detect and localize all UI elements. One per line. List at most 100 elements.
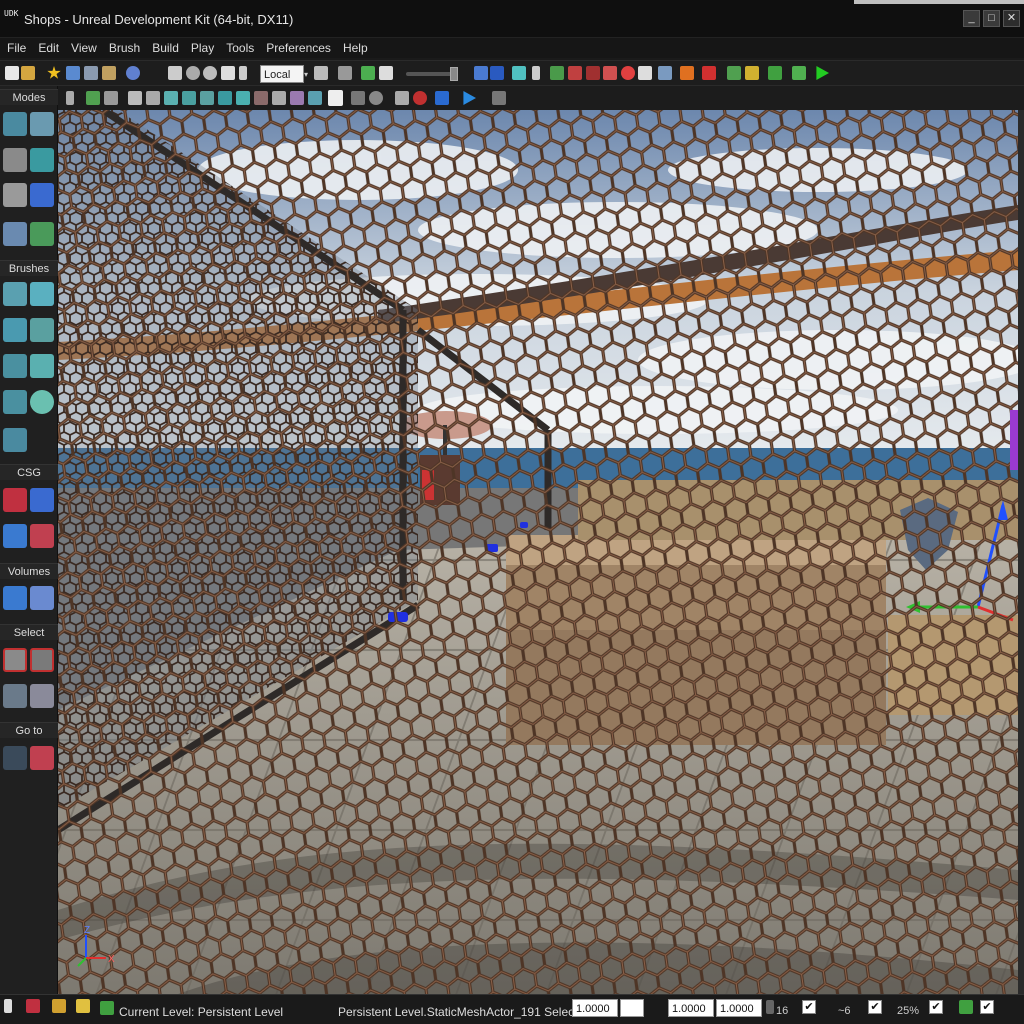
kismet-icon[interactable] — [361, 66, 375, 80]
scale-snap-checkbox[interactable]: ✔ — [929, 1000, 943, 1014]
static-mesh-icon[interactable] — [638, 66, 652, 80]
scale-snap-value[interactable]: 25% — [897, 1005, 919, 1017]
hide-selected-icon[interactable] — [30, 648, 54, 672]
wireframe-icon[interactable] — [146, 91, 160, 105]
build-lighting-icon[interactable] — [702, 66, 716, 80]
invert-selection-icon[interactable] — [3, 684, 27, 708]
matinee-icon[interactable] — [379, 66, 393, 80]
build-paths-icon[interactable] — [727, 66, 741, 80]
save-icon[interactable] — [66, 66, 80, 80]
scale-icon[interactable] — [221, 66, 235, 80]
realtime-icon[interactable] — [474, 66, 488, 80]
menu-help[interactable]: Help — [343, 41, 368, 55]
landscape-mode-icon[interactable] — [30, 183, 54, 207]
grid-size-value[interactable]: 16 — [776, 1005, 788, 1017]
cylinder-brush-icon[interactable] — [30, 318, 54, 342]
navigation-icon[interactable] — [550, 66, 564, 80]
menu-play[interactable]: Play — [191, 41, 214, 55]
spiral-stair-brush-icon[interactable] — [3, 390, 27, 414]
terrain-mode-icon[interactable] — [3, 148, 27, 172]
current-level-icon[interactable] — [100, 1001, 114, 1015]
translate-icon[interactable] — [186, 66, 200, 80]
build-all-icon[interactable] — [768, 66, 782, 80]
rotation-snap-checkbox[interactable]: ✔ — [868, 1000, 882, 1014]
close-button[interactable]: ✕ — [1003, 10, 1020, 27]
goto-actor-icon[interactable] — [3, 746, 27, 770]
perspective-viewport[interactable]: Z X — [58, 110, 1018, 994]
game-view-icon[interactable] — [490, 66, 504, 80]
shader-complexity-icon[interactable] — [272, 91, 286, 105]
record-icon[interactable] — [413, 91, 427, 105]
csg-subtract-icon[interactable] — [30, 488, 54, 512]
levels-icon[interactable] — [76, 999, 90, 1013]
unlit-icon[interactable] — [164, 91, 178, 105]
grid-snap-checkbox[interactable]: ✔ — [802, 1000, 816, 1014]
geometry-mode-icon[interactable] — [30, 112, 54, 136]
light-icon[interactable] — [568, 66, 582, 80]
menu-file[interactable]: File — [7, 41, 26, 55]
favorite-icon[interactable] — [47, 66, 61, 79]
kismet-play-icon[interactable] — [792, 66, 806, 80]
content-browser-icon[interactable] — [52, 999, 66, 1013]
package-icon[interactable] — [102, 66, 116, 80]
menu-brush[interactable]: Brush — [109, 41, 140, 55]
menu-preferences[interactable]: Preferences — [266, 41, 331, 55]
error-icon[interactable] — [26, 999, 40, 1013]
drag-grid-z-field[interactable]: 1.0000 — [668, 999, 714, 1017]
rotation-snap-value[interactable]: ~6 — [838, 1005, 851, 1017]
content-icon[interactable] — [512, 66, 526, 80]
maximize-viewport-icon[interactable] — [492, 91, 506, 105]
select-icon[interactable] — [168, 66, 182, 80]
drag-grid-y-field[interactable] — [620, 999, 644, 1017]
menu-tools[interactable]: Tools — [226, 41, 254, 55]
texture-density-icon[interactable] — [254, 91, 268, 105]
cone-brush-icon[interactable] — [30, 282, 54, 306]
sphere-brush-icon[interactable] — [30, 390, 54, 414]
autosave-icon[interactable] — [959, 1000, 973, 1014]
autosave-checkbox[interactable]: ✔ — [980, 1000, 994, 1014]
fullscreen-icon[interactable] — [435, 91, 449, 105]
drag-grid-x-field[interactable]: 1.0000 — [572, 999, 618, 1017]
new-icon[interactable] — [5, 66, 19, 80]
play-icon[interactable] — [816, 66, 829, 80]
collision-icon[interactable] — [603, 66, 617, 80]
lighting-only-icon[interactable] — [218, 91, 232, 105]
viewport-scrollbar[interactable] — [1018, 110, 1024, 994]
csg-add-icon[interactable] — [3, 488, 27, 512]
drag-grid-w-field[interactable]: 1.0000 — [716, 999, 762, 1017]
realtime-view-icon[interactable] — [351, 91, 365, 105]
add-volume-icon[interactable] — [3, 586, 27, 610]
sheet-brush-icon[interactable] — [30, 354, 54, 378]
visibility-icon[interactable] — [369, 91, 383, 105]
lightmap-density-icon[interactable] — [290, 91, 304, 105]
maximize-button[interactable]: □ — [983, 10, 1000, 27]
view-icon[interactable] — [658, 66, 672, 80]
linear-stair-brush-icon[interactable] — [3, 318, 27, 342]
nonuniform-scale-icon[interactable] — [239, 66, 247, 80]
lit-icon[interactable] — [182, 91, 196, 105]
camera-mode-icon[interactable] — [3, 112, 27, 136]
show-all-icon[interactable] — [30, 684, 54, 708]
perspective-icon[interactable] — [104, 91, 118, 105]
foliage-mode-icon[interactable] — [30, 222, 54, 246]
path-icon[interactable] — [621, 66, 635, 80]
menu-view[interactable]: View — [71, 41, 97, 55]
volume-list-icon[interactable] — [30, 586, 54, 610]
menu-build[interactable]: Build — [152, 41, 179, 55]
cube-brush-icon[interactable] — [3, 282, 27, 306]
undo-icon[interactable] — [126, 66, 140, 80]
texture-align-icon[interactable] — [30, 148, 54, 172]
lock-viewport-icon[interactable] — [86, 91, 100, 105]
light-complexity-icon[interactable] — [236, 91, 250, 105]
minimize-button[interactable]: _ — [963, 10, 980, 27]
show-selected-icon[interactable] — [3, 648, 27, 672]
build-geometry-icon[interactable] — [680, 66, 694, 80]
open-icon[interactable] — [21, 66, 35, 80]
log-icon[interactable] — [4, 999, 12, 1013]
csg-deintersect-icon[interactable] — [30, 524, 54, 548]
csg-intersect-icon[interactable] — [3, 524, 27, 548]
find-icon[interactable] — [314, 66, 328, 80]
coordinate-system-select[interactable]: Local ▾ — [260, 65, 308, 83]
rotate-icon[interactable] — [203, 66, 217, 80]
goto-builder-brush-icon[interactable] — [30, 746, 54, 770]
